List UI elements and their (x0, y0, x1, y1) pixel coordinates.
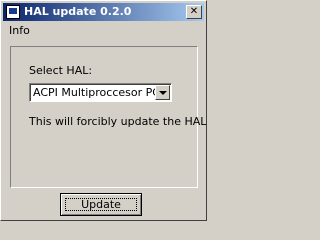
title-bar[interactable]: HAL update 0.2.0 ✕ (3, 3, 204, 21)
hal-select-value: ACPI Multiproccesor PC (33, 86, 160, 99)
menu-bar: Info (3, 22, 204, 40)
warning-text: This will forcibly update the HAL (29, 115, 207, 128)
select-hal-label: Select HAL: (29, 64, 93, 77)
computer-icon[interactable] (6, 5, 20, 19)
update-button[interactable]: Update (60, 193, 142, 216)
chevron-down-icon[interactable] (155, 85, 170, 100)
focus-rect (65, 198, 137, 211)
menu-info[interactable]: Info (9, 24, 30, 37)
hal-select[interactable]: ACPI Multiproccesor PC (29, 83, 172, 102)
app-window: HAL update 0.2.0 ✕ Info Select HAL: ACPI… (0, 0, 207, 221)
window-title: HAL update 0.2.0 (24, 5, 132, 18)
close-button[interactable]: ✕ (186, 5, 202, 19)
